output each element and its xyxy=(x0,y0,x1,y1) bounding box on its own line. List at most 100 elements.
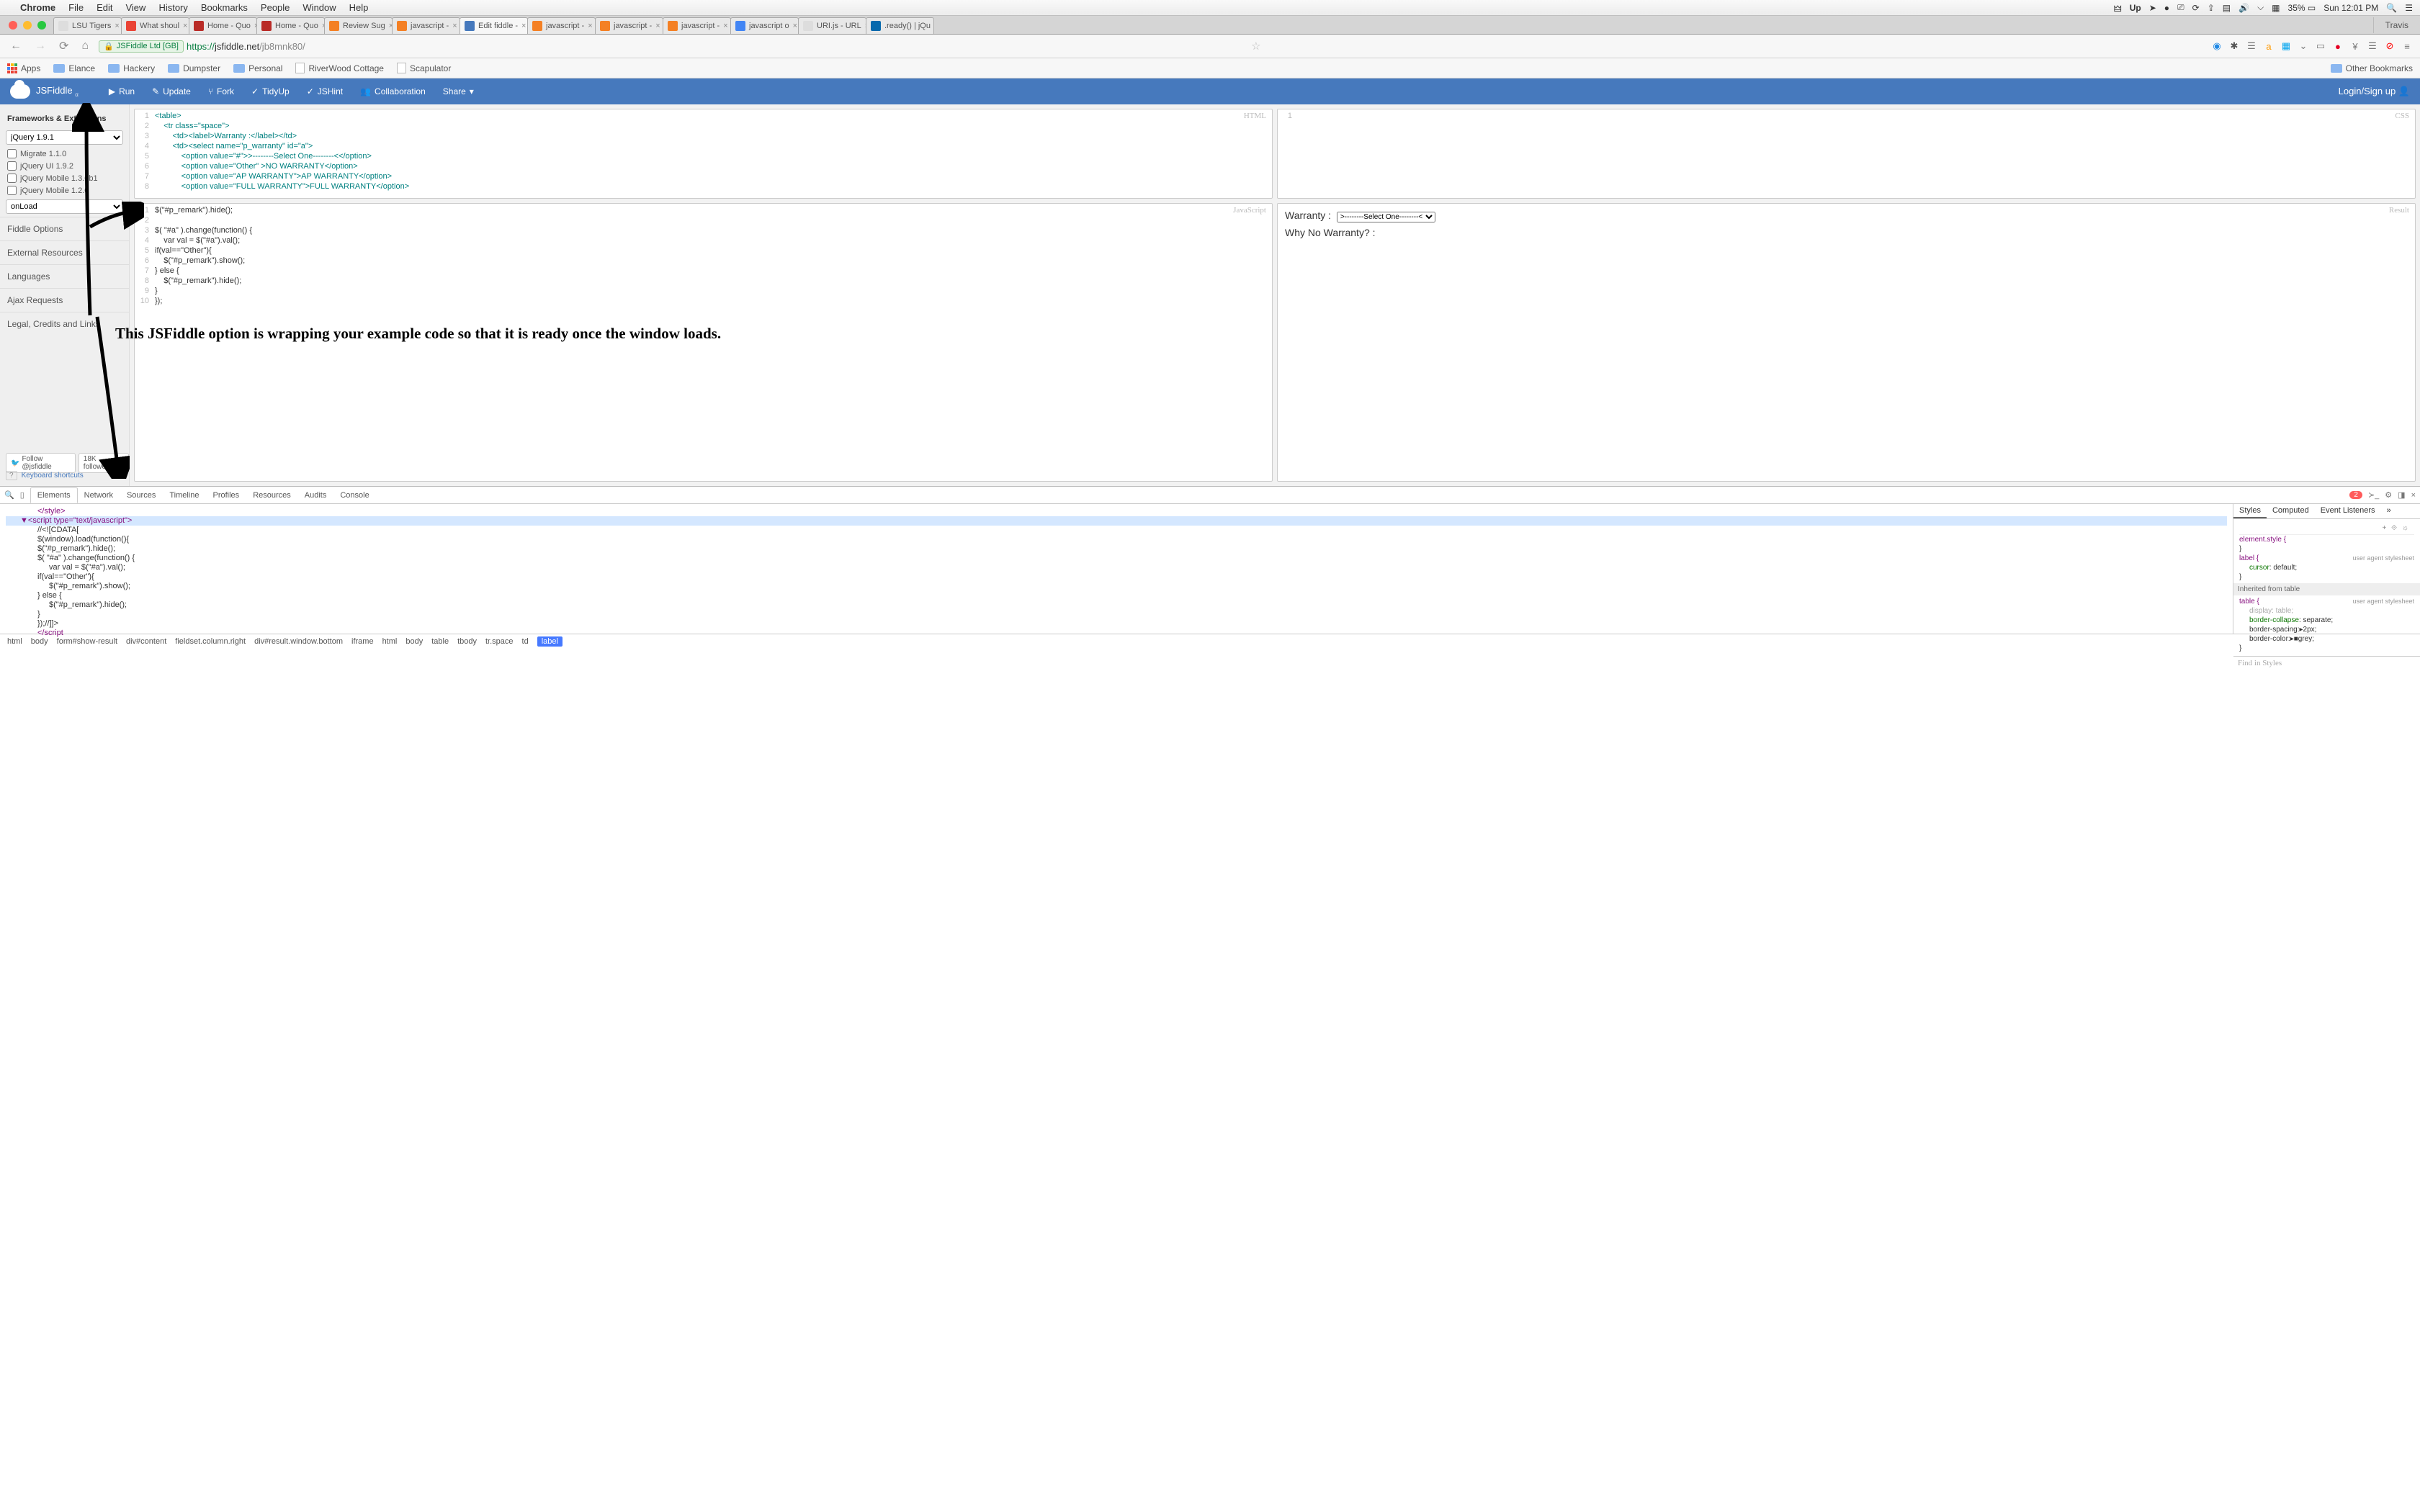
tab-close-icon[interactable]: × xyxy=(115,22,119,30)
login-signup-link[interactable]: Login/Sign up 👤 xyxy=(2339,86,2410,97)
tidyup-button[interactable]: ✓ TidyUp xyxy=(243,79,298,104)
menu-extra-icon[interactable]: 🜲 xyxy=(2114,0,2122,17)
forward-button[interactable]: → xyxy=(32,40,49,53)
menu-extra-icon[interactable]: ⟳ xyxy=(2192,3,2200,13)
styles-tab-styles[interactable]: Styles xyxy=(2233,504,2267,518)
browser-tab[interactable]: javascript -× xyxy=(595,17,663,34)
keyboard-shortcuts-link[interactable]: ?Keyboard shortcuts xyxy=(6,472,84,480)
collaboration-button[interactable]: 👥 Collaboration xyxy=(351,79,434,104)
extension-icon[interactable]: ¥ xyxy=(2349,40,2361,52)
window-close-button[interactable] xyxy=(9,21,17,30)
browser-tab[interactable]: Home - Quo× xyxy=(256,17,325,34)
bookmark-star-icon[interactable]: ☆ xyxy=(1251,40,1260,53)
battery-status[interactable]: 35% ▭ xyxy=(2288,3,2316,13)
tab-close-icon[interactable]: × xyxy=(723,22,727,30)
html-pane[interactable]: HTML 12345678 <table> <tr class="space">… xyxy=(134,109,1273,199)
bookmark-page[interactable]: Scapulator xyxy=(397,63,451,73)
bookmark-folder[interactable]: Elance xyxy=(53,63,95,73)
menu-bookmarks[interactable]: Bookmarks xyxy=(201,2,248,13)
menu-file[interactable]: File xyxy=(68,2,84,13)
devtools-tab-console[interactable]: Console xyxy=(333,488,376,503)
browser-tab[interactable]: Review Sug× xyxy=(324,17,393,34)
bookmark-folder[interactable]: Hackery xyxy=(108,63,155,73)
find-in-styles[interactable]: Find in Styles xyxy=(2233,656,2420,670)
extension-evernote-icon[interactable]: ✱ xyxy=(2228,40,2240,52)
apps-button[interactable]: Apps xyxy=(7,63,40,73)
extension-icon[interactable]: ☰ xyxy=(2367,40,2378,52)
extension-icon[interactable]: ▦ xyxy=(2280,40,2292,52)
menu-extra-upwork-icon[interactable]: Up xyxy=(2130,3,2141,13)
devtools-tab-profiles[interactable]: Profiles xyxy=(207,488,247,503)
chrome-profile-button[interactable]: Travis xyxy=(2373,17,2420,33)
extension-adblock-icon[interactable]: ⊘ xyxy=(2384,40,2396,52)
tab-close-icon[interactable]: × xyxy=(655,22,660,30)
devtools-drawer-icon[interactable]: ≻_ xyxy=(2368,490,2379,500)
devtools-tab-audits[interactable]: Audits xyxy=(298,488,334,503)
tab-close-icon[interactable]: × xyxy=(183,22,187,30)
volume-icon[interactable]: 🔊 xyxy=(2238,3,2249,13)
chrome-menu-icon[interactable]: ≡ xyxy=(2401,40,2413,52)
devtools-close-icon[interactable]: × xyxy=(2411,491,2416,500)
browser-tab[interactable]: URI.js - URL× xyxy=(798,17,866,34)
styles-tab-computed[interactable]: Computed xyxy=(2267,504,2315,518)
browser-tab[interactable]: .ready() | jQu× xyxy=(866,17,934,34)
devtools-settings-icon[interactable]: ⚙ xyxy=(2385,490,2392,500)
tab-close-icon[interactable]: × xyxy=(588,22,592,30)
twitter-follow-button[interactable]: 🐦 Follow @jsfiddle xyxy=(6,453,76,473)
html-code[interactable]: <table> <tr class="space"> <td><label>Wa… xyxy=(155,111,1269,192)
extension-pinterest-icon[interactable]: ● xyxy=(2332,40,2344,52)
back-button[interactable]: ← xyxy=(7,40,24,53)
browser-tab[interactable]: javascript -× xyxy=(392,17,460,34)
menu-history[interactable]: History xyxy=(158,2,187,13)
menu-extra-icon[interactable]: ▤ xyxy=(2223,3,2231,13)
styles-tab-events[interactable]: Event Listeners xyxy=(2315,504,2381,518)
window-zoom-button[interactable] xyxy=(37,21,46,30)
menu-window[interactable]: Window xyxy=(302,2,336,13)
browser-tab[interactable]: javascript -× xyxy=(663,17,731,34)
bookmark-page[interactable]: RiverWood Cottage xyxy=(295,63,384,73)
extension-icon[interactable]: ◉ xyxy=(2211,40,2223,52)
menu-extra-icon[interactable]: ▦ xyxy=(2272,3,2280,13)
tab-close-icon[interactable]: × xyxy=(452,22,457,30)
menu-extra-icon[interactable]: ➤ xyxy=(2149,3,2156,13)
menu-people[interactable]: People xyxy=(261,2,290,13)
https-lock-badge[interactable]: 🔒 JSFiddle Ltd [GB] xyxy=(99,40,184,53)
wifi-icon[interactable]: ⌵ xyxy=(2257,2,2264,13)
menu-extra-dropbox-icon[interactable]: ⇪ xyxy=(2208,3,2215,13)
jsfiddle-logo[interactable]: JSFiddle α xyxy=(10,84,79,99)
jshint-button[interactable]: ✓ JSHint xyxy=(298,79,351,104)
extension-pocket-icon[interactable]: ⌄ xyxy=(2298,40,2309,52)
devtools-tab-resources[interactable]: Resources xyxy=(246,488,298,503)
run-button[interactable]: ▶ Run xyxy=(100,79,143,104)
menu-edit[interactable]: Edit xyxy=(97,2,112,13)
browser-tab[interactable]: What shoul× xyxy=(121,17,189,34)
devtools-tab-timeline[interactable]: Timeline xyxy=(163,488,206,503)
extension-amazon-icon[interactable]: a xyxy=(2263,40,2275,52)
share-button[interactable]: Share ▾ xyxy=(434,79,483,104)
css-pane[interactable]: CSS 1 xyxy=(1277,109,2416,199)
browser-tab[interactable]: javascript -× xyxy=(527,17,596,34)
bookmark-folder[interactable]: Dumpster xyxy=(168,63,220,73)
menu-extra-icon[interactable]: ⎚ xyxy=(2177,2,2184,13)
clock[interactable]: Sun 12:01 PM xyxy=(2323,3,2378,13)
other-bookmarks[interactable]: Other Bookmarks xyxy=(2331,63,2413,73)
reload-button[interactable]: ⟳ xyxy=(56,39,71,53)
spotlight-icon[interactable]: 🔍 xyxy=(2386,3,2397,13)
styles-toolbar-icons[interactable]: + ⟐ ☼ xyxy=(2383,523,2410,533)
notification-center-icon[interactable]: ☰ xyxy=(2405,3,2413,13)
devtools-search-icon[interactable]: 🔍 xyxy=(4,490,14,500)
menu-extra-icon[interactable]: ● xyxy=(2164,3,2169,13)
tab-close-icon[interactable]: × xyxy=(793,22,797,30)
update-button[interactable]: ✎ Update xyxy=(143,79,200,104)
devtools-dock-icon[interactable]: ◨ xyxy=(2398,490,2405,500)
extension-buffer-icon[interactable]: ☰ xyxy=(2246,40,2257,52)
browser-tab[interactable]: Home - Quo× xyxy=(189,17,257,34)
result-warranty-select[interactable]: >--------Select One--------< xyxy=(1337,212,1435,222)
devtools-elements-panel[interactable]: </style> ▼<script type="text/javascript"… xyxy=(0,504,2233,634)
menu-view[interactable]: View xyxy=(125,2,145,13)
browser-tab[interactable]: javascript o× xyxy=(730,17,799,34)
window-minimize-button[interactable] xyxy=(23,21,32,30)
browser-tab-active[interactable]: Edit fiddle -× xyxy=(460,17,528,34)
error-count-badge[interactable]: 2 xyxy=(2349,491,2362,499)
devtools-device-icon[interactable]: ▯ xyxy=(20,490,24,500)
